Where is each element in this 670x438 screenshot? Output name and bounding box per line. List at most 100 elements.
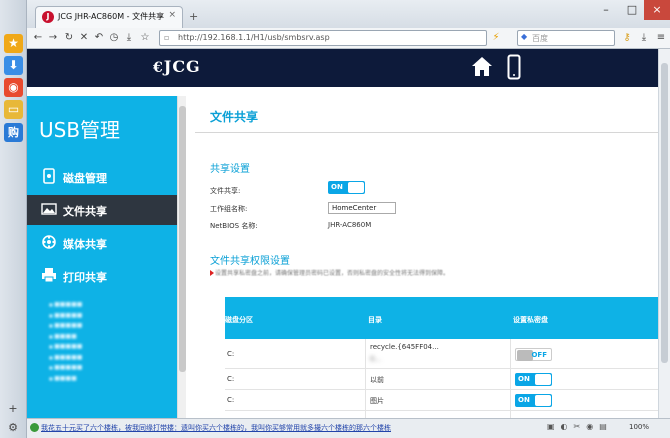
submenu-item[interactable]: ■ ■■■■	[49, 364, 82, 375]
private-toggle[interactable]: ON	[515, 394, 552, 407]
url-text: http://192.168.1.1/H1/usb/smbsrv.asp	[178, 33, 330, 42]
col-partition: 磁盘分区	[225, 316, 253, 324]
undo-icon[interactable]: ↶	[92, 31, 106, 45]
submenu-item[interactable]: ■ ■■■■	[49, 301, 82, 312]
bookmark-star-icon[interactable]: ☆	[138, 31, 152, 45]
download-small-icon[interactable]: ⤓	[122, 31, 136, 45]
close-window-button[interactable]: ×	[644, 0, 670, 20]
share-permission-heading: 文件共享权限设置	[210, 256, 290, 267]
tab-close-icon[interactable]: ×	[168, 10, 176, 20]
status-bulb-icon	[30, 423, 39, 432]
directory-cell: recycle.{645FF04...	[370, 343, 439, 351]
menu-item-disk[interactable]: 磁盘管理	[27, 162, 177, 192]
menu-item-media-share[interactable]: 媒体共享	[27, 228, 177, 258]
workgroup-value: HomeCenter	[332, 204, 377, 212]
new-tab-button[interactable]: +	[189, 10, 198, 23]
directory-cell: 图片	[370, 397, 384, 405]
zoom-level[interactable]: 100%	[629, 423, 649, 431]
file-share-label: 文件共享:	[210, 187, 241, 195]
directory-cell: 以前	[370, 376, 384, 384]
toggle-state: ON	[518, 375, 530, 383]
menu-item-label: 磁盘管理	[63, 172, 107, 185]
notes-icon[interactable]: ▭	[4, 100, 23, 119]
add-icon[interactable]: +	[6, 402, 20, 416]
toggle-knob	[535, 395, 551, 406]
router-page: €JCG USB管理 磁盘管理 文件共享 媒体共享 打印共享 ■ ■■■■■ ■…	[27, 49, 658, 418]
menu-icon[interactable]: ≡	[654, 31, 668, 45]
baidu-icon: ◆	[521, 32, 528, 41]
back-arrow-icon[interactable]: ←	[31, 31, 45, 45]
shopping-icon[interactable]: 购	[4, 123, 23, 142]
notice-text: 设置共享私密盘之前，请确保管理员密码已设置，否则私密盘的安全性将无法得到保障。	[215, 270, 450, 277]
toggle-state: ON	[331, 183, 343, 191]
search-box[interactable]: ◆ 百度	[517, 30, 615, 46]
jcg-favicon-icon: J	[42, 11, 54, 23]
home-icon[interactable]	[471, 55, 493, 79]
table-row: C: recycle.{645FF04... 0... OFF	[225, 339, 658, 369]
netbios-label: NetBIOS 名称:	[210, 222, 258, 230]
status-news-link[interactable]: 我花五十元买了六个楼栋，被我同缘打带楼：遗叫你买六个楼栋的，我叫你买够常用就多撮…	[41, 423, 391, 433]
history-icon[interactable]: ◷	[107, 31, 121, 45]
workgroup-label: 工作组名称:	[210, 205, 248, 213]
menu-item-print-share[interactable]: 打印共享	[27, 261, 177, 291]
printer-icon	[42, 268, 56, 283]
toggle-state: ON	[518, 396, 530, 404]
netbios-value: JHR-AC860M	[328, 221, 372, 229]
reload-icon[interactable]: ↻	[62, 31, 76, 45]
directory-cell-line2: 0...	[370, 355, 382, 363]
logo-text: JCG	[163, 57, 201, 76]
col-private: 设置私密盘	[513, 316, 548, 324]
key-icon[interactable]: ⚷	[620, 31, 634, 45]
menu-item-label: 文件共享	[63, 205, 107, 218]
submenu-item[interactable]: ■ ■■■	[49, 333, 82, 344]
settings-gear-icon[interactable]: ⚙	[6, 421, 20, 435]
private-toggle[interactable]: OFF	[515, 348, 552, 361]
partition-cell: C:	[227, 375, 235, 383]
disk-icon	[43, 168, 55, 184]
page-scrollbar[interactable]	[658, 49, 670, 418]
maximize-button[interactable]: □	[619, 0, 645, 20]
search-placeholder: 百度	[532, 34, 548, 43]
submenu-item[interactable]: ■ ■■■■	[49, 354, 82, 365]
logo-mark-icon: €	[153, 60, 164, 76]
file-share-toggle[interactable]: ON	[328, 181, 365, 194]
minimize-button[interactable]: –	[593, 0, 619, 20]
submenu-item[interactable]: ■ ■■■■	[49, 322, 82, 333]
page-icon: ▫	[164, 33, 170, 42]
submenu-item[interactable]: ■ ■■■■	[49, 312, 82, 323]
menu-item-label: 打印共享	[63, 271, 107, 284]
browser-tab[interactable]: J JCG JHR-AC860M - 文件共享 ×	[35, 6, 183, 28]
page-title: 文件共享	[210, 110, 259, 124]
tab-bar: J JCG JHR-AC860M - 文件共享 × + – □ ×	[27, 0, 670, 28]
table-row: C: 以前 ON	[225, 369, 658, 390]
page-scroll-thumb[interactable]	[661, 63, 668, 363]
private-toggle[interactable]: ON	[515, 373, 552, 386]
browser-sidebar: ★ ⬇ ◉ ▭ 购 + ⚙	[0, 0, 27, 438]
forward-arrow-icon[interactable]: →	[46, 31, 60, 45]
submenu-item[interactable]: ■ ■■■■	[49, 343, 82, 354]
lightning-icon[interactable]: ⚡	[489, 31, 503, 45]
download-manager-icon[interactable]: ⤓	[637, 31, 651, 45]
weibo-icon[interactable]: ◉	[4, 78, 23, 97]
print-submenu: ■ ■■■■ ■ ■ ■■■ ■■ ■ ■■ ■■■ ■ ■■■■ ■ ■■■■■ ■ ■■■■…	[49, 301, 82, 385]
tab-title: JCG JHR-AC860M - 文件共享	[58, 12, 165, 21]
status-tool-icons[interactable]: ▣◐✂◉▤	[547, 422, 613, 431]
scroll-thumb[interactable]	[179, 106, 186, 372]
download-icon[interactable]: ⬇	[4, 56, 23, 75]
menu-scrollbar[interactable]	[177, 96, 186, 418]
share-settings-heading: 共享设置	[210, 164, 250, 175]
col-directory: 目录	[368, 316, 382, 324]
title-divider	[195, 132, 658, 133]
menu-item-label: 媒体共享	[63, 238, 107, 251]
workgroup-input[interactable]: HomeCenter	[328, 202, 396, 214]
favorites-star-icon[interactable]: ★	[4, 34, 23, 53]
mobile-phone-icon[interactable]	[507, 54, 521, 80]
media-icon	[42, 235, 56, 249]
stop-icon[interactable]: ✕	[77, 31, 91, 45]
submenu-item[interactable]: ■ ■■■	[49, 375, 82, 386]
menu-item-file-share[interactable]: 文件共享	[27, 195, 177, 225]
address-bar[interactable]: ▫ http://192.168.1.1/H1/usb/smbsrv.asp	[159, 30, 487, 46]
status-bar: 我花五十元买了六个楼栋，被我同缘打带楼：遗叫你买六个楼栋的，我叫你买够常用就多撮…	[27, 418, 670, 438]
toggle-state: OFF	[531, 351, 547, 359]
main-content: 文件共享 共享设置 文件共享: ON 工作组名称: HomeCenter Net…	[195, 96, 658, 418]
